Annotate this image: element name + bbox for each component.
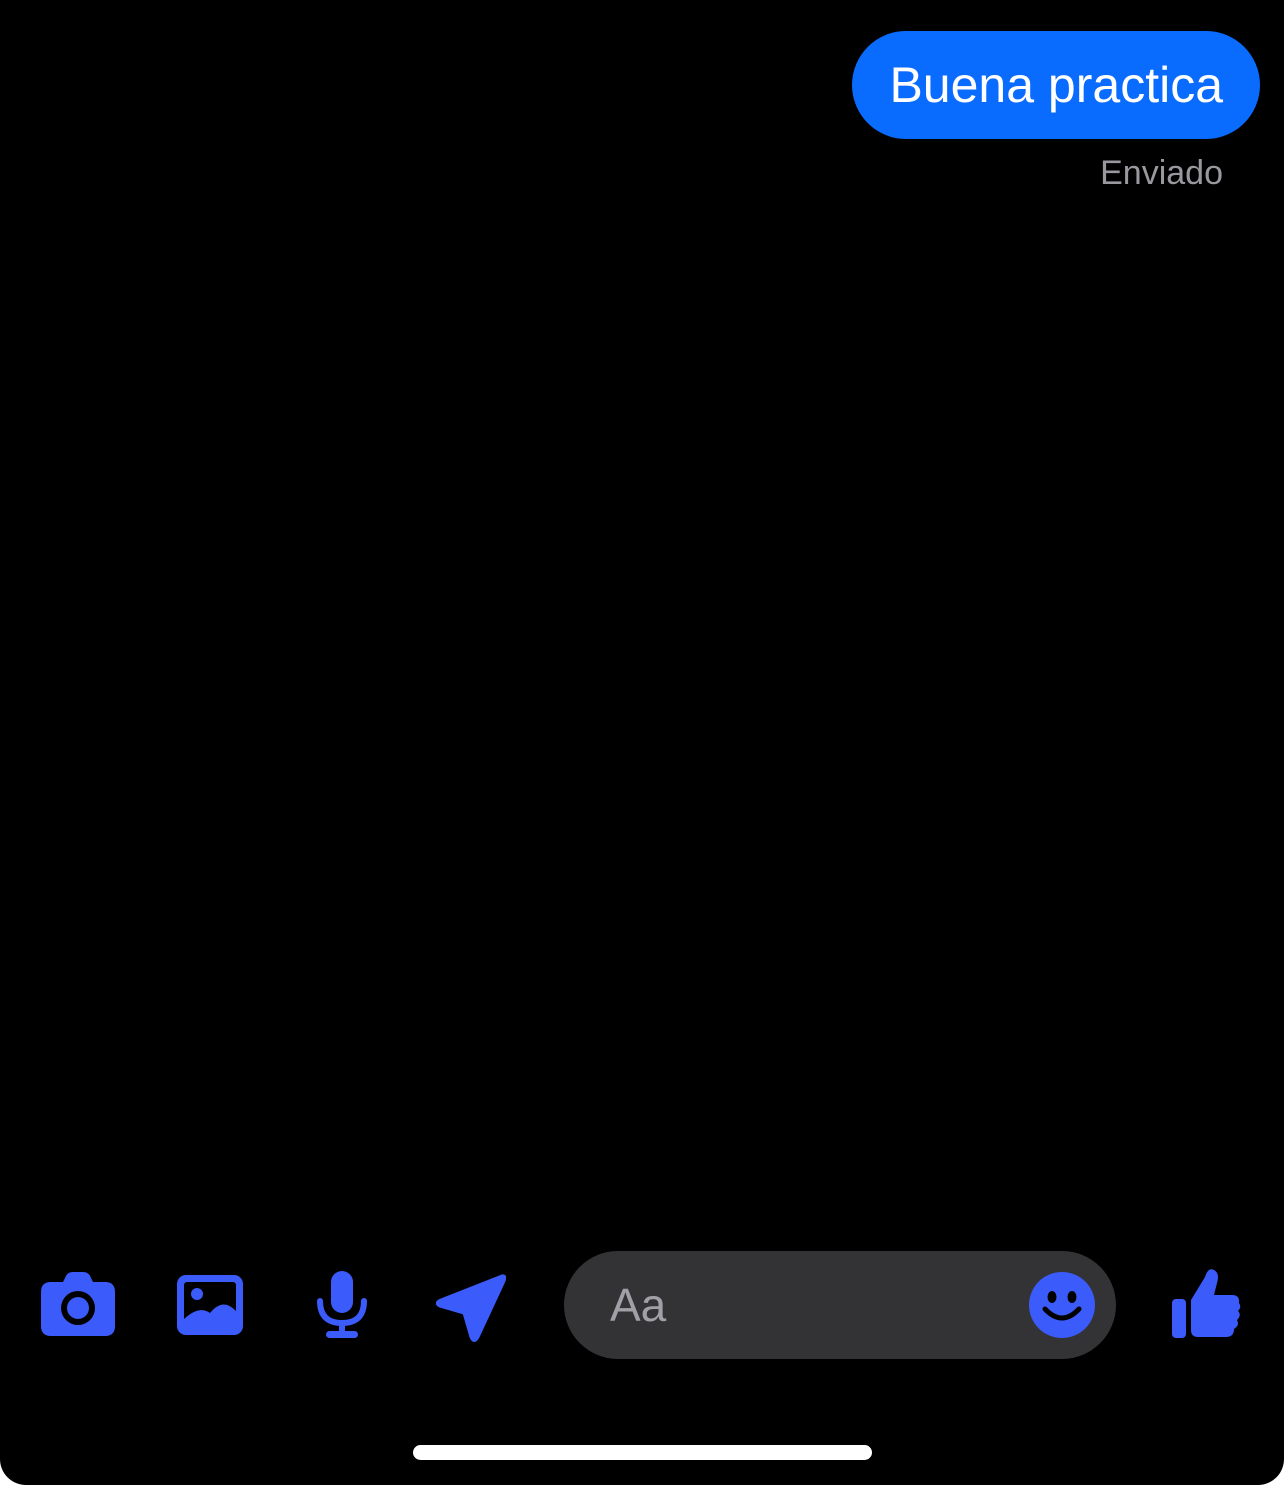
message-text: Buena practica [889,57,1223,113]
camera-icon [41,1272,115,1336]
message-input[interactable] [610,1275,1010,1335]
photo-gallery-icon [177,1275,243,1335]
message-status: Enviado [1100,154,1223,192]
like-button[interactable] [1172,1267,1242,1339]
home-indicator[interactable] [413,1445,872,1460]
camera-button[interactable] [41,1272,115,1336]
microphone-button[interactable] [314,1271,370,1339]
emoji-button[interactable] [1028,1271,1096,1339]
emoji-icon [1029,1272,1095,1338]
thumbs-up-icon [1172,1269,1241,1338]
location-arrow-icon [436,1274,506,1342]
outgoing-message-bubble[interactable]: Buena practica [852,31,1260,139]
microphone-icon [317,1271,367,1338]
location-button[interactable] [436,1273,506,1343]
chat-screen: Buena practica Enviado [0,0,1284,1485]
message-composer [564,1251,1116,1359]
gallery-button[interactable] [177,1275,243,1335]
